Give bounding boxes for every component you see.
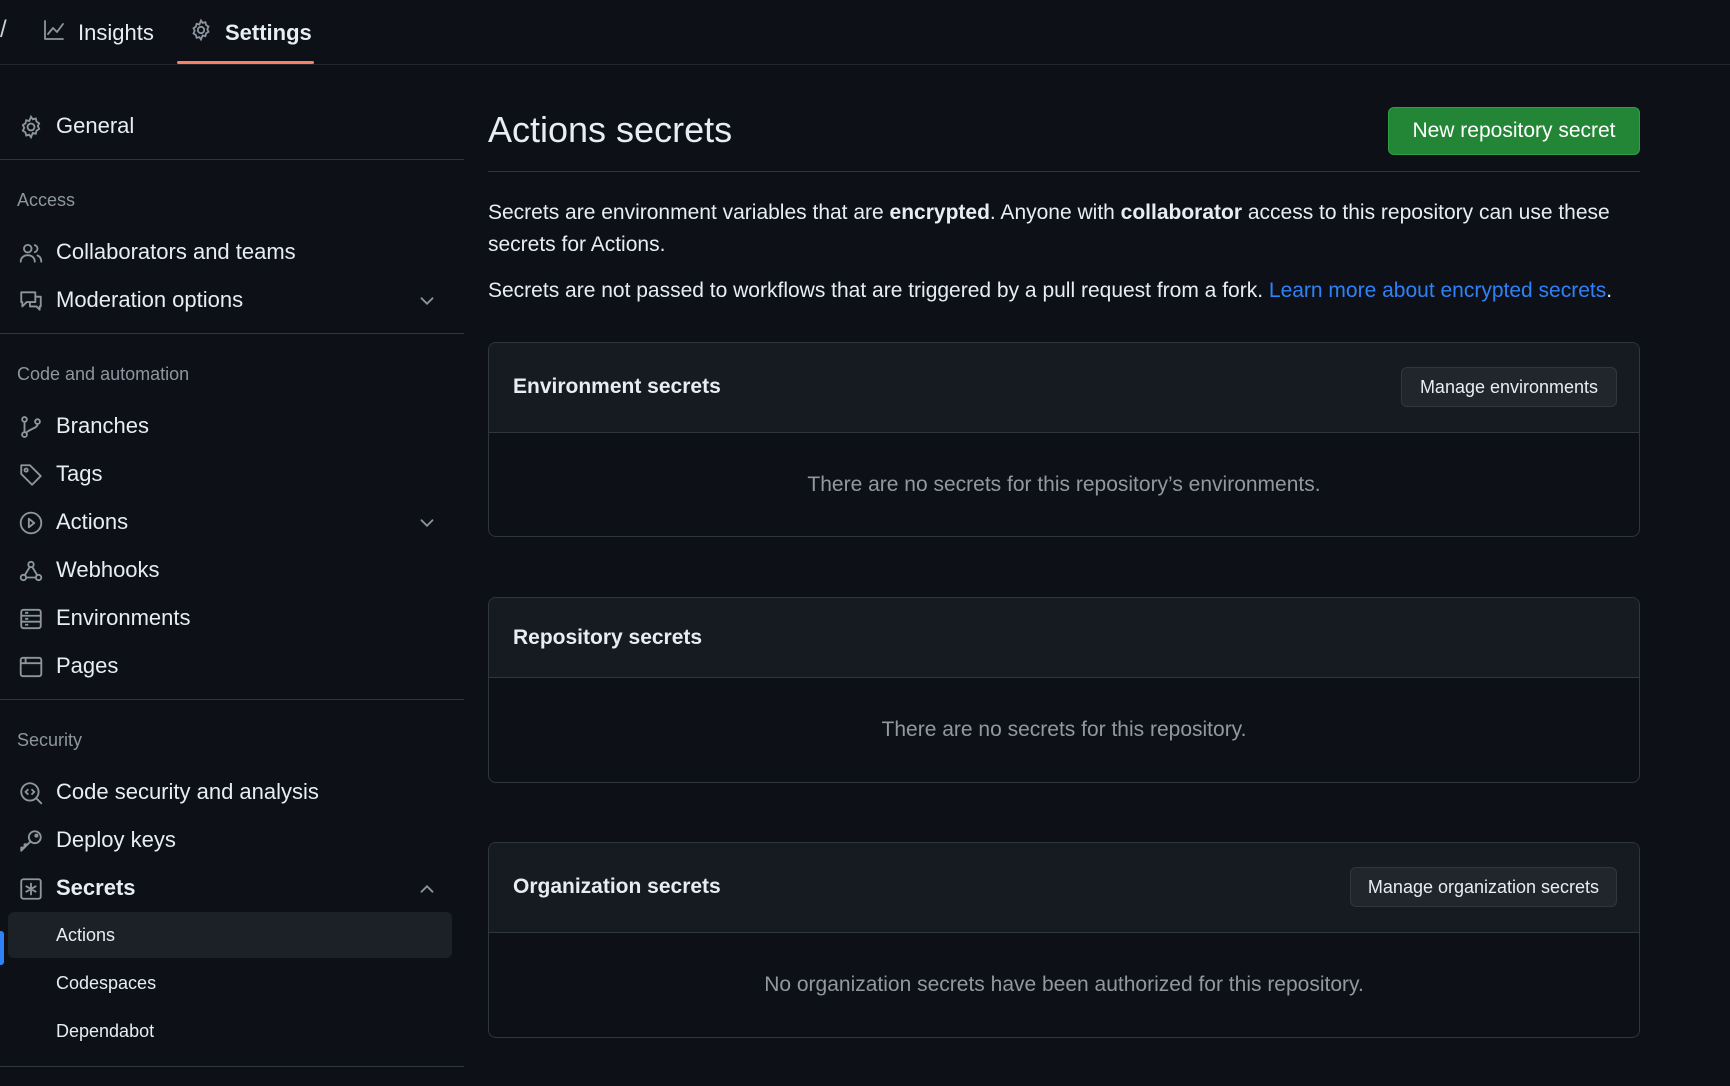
divider <box>0 333 464 334</box>
title-divider <box>488 171 1640 172</box>
repository-secrets-empty: There are no secrets for this repository… <box>881 718 1247 741</box>
repository-secrets-heading: Repository secrets <box>513 626 703 649</box>
tag-icon <box>18 462 44 488</box>
sidebar-item-pages[interactable]: Pages <box>0 643 464 689</box>
sidebar-item-webhooks[interactable]: Webhooks <box>0 547 464 593</box>
nav-fragment: / <box>0 16 7 43</box>
sidebar-item-label: Deploy keys <box>56 827 176 852</box>
browser-icon <box>18 654 44 680</box>
box-header: Repository secrets <box>489 598 1639 678</box>
section-heading-security: Security <box>17 730 83 750</box>
sidebar-item-label: Collaborators and teams <box>56 239 296 264</box>
sidebar-item-code-security[interactable]: Code security and analysis <box>0 769 464 815</box>
sidebar-subitem-label: Dependabot <box>56 1020 155 1041</box>
desc-text: Secrets are environment variables that a… <box>488 201 890 224</box>
git-branch-icon <box>18 414 44 440</box>
webhook-icon <box>18 558 44 584</box>
sidebar-subitem-actions[interactable]: Actions <box>8 912 452 958</box>
people-icon <box>18 240 44 266</box>
comment-discussion-icon <box>18 288 44 314</box>
codescan-icon <box>18 780 44 806</box>
tab-insights[interactable]: Insights <box>30 0 166 65</box>
manage-environments-button[interactable]: Manage environments <box>1401 367 1617 407</box>
server-icon <box>18 606 44 632</box>
organization-secrets-empty: No organization secrets have been author… <box>764 973 1364 996</box>
description-encrypted: Secrets are environment variables that a… <box>488 197 1628 261</box>
chevron-up-icon[interactable] <box>416 878 438 900</box>
sidebar-item-tags[interactable]: Tags <box>0 451 464 497</box>
repo-nav: / Insights Settings <box>0 0 1730 65</box>
chevron-down-icon[interactable] <box>416 512 438 534</box>
sidebar-item-label: Secrets <box>56 875 136 900</box>
active-tab-underline <box>177 61 314 64</box>
sidebar-item-general[interactable]: General <box>0 103 464 149</box>
sidebar-item-label: General <box>56 113 135 138</box>
environment-secrets-empty: There are no secrets for this repository… <box>807 472 1321 496</box>
desc-text: . Anyone with <box>989 201 1121 224</box>
gear-icon <box>189 18 213 48</box>
manage-organization-secrets-button[interactable]: Manage organization secrets <box>1350 867 1617 907</box>
tab-settings-label: Settings <box>225 19 312 45</box>
sidebar-item-deploy-keys[interactable]: Deploy keys <box>0 817 464 863</box>
settings-sidebar: General Access Collaborators and teams M… <box>0 65 464 1086</box>
section-heading-code-automation: Code and automation <box>17 364 190 384</box>
box-header: Environment secrets Manage environments <box>489 343 1639 433</box>
tab-insights-label: Insights <box>78 19 154 45</box>
learn-more-link[interactable]: Learn more about encrypted secrets <box>1269 279 1606 302</box>
sidebar-item-environments[interactable]: Environments <box>0 595 464 641</box>
sidebar-subitem-dependabot[interactable]: Dependabot <box>8 1008 452 1054</box>
environment-secrets-heading: Environment secrets <box>513 375 721 398</box>
sidebar-item-label: Moderation options <box>56 287 244 312</box>
sidebar-item-label: Environments <box>56 605 191 630</box>
tab-settings[interactable]: Settings <box>177 0 324 65</box>
sidebar-item-label: Actions <box>56 509 129 534</box>
sidebar-subitem-label: Codespaces <box>56 972 157 993</box>
sidebar-subitem-label: Actions <box>56 924 116 945</box>
sidebar-item-label: Pages <box>56 653 119 678</box>
divider <box>0 159 464 160</box>
description-forks: Secrets are not passed to workflows that… <box>488 275 1628 307</box>
organization-secrets-box: Organization secrets Manage organization… <box>488 842 1640 1038</box>
sidebar-item-label: Code security and analysis <box>56 779 319 804</box>
sidebar-item-label: Tags <box>56 461 103 486</box>
sidebar-subitem-codespaces[interactable]: Codespaces <box>8 960 452 1006</box>
new-repository-secret-button[interactable]: New repository secret <box>1388 107 1640 155</box>
gear-icon <box>18 114 44 140</box>
active-indicator <box>0 931 4 965</box>
sidebar-item-branches[interactable]: Branches <box>0 403 464 449</box>
divider <box>0 1066 464 1067</box>
sidebar-item-label: Branches <box>56 413 149 438</box>
organization-secrets-heading: Organization secrets <box>513 875 721 898</box>
desc-text: Secrets are not passed to workflows that… <box>488 279 1269 302</box>
play-icon <box>18 510 44 536</box>
asterisk-square-icon <box>18 876 44 902</box>
page-title: Actions secrets <box>488 109 733 150</box>
desc-text: . <box>1606 279 1613 302</box>
repository-secrets-box: Repository secrets There are no secrets … <box>488 597 1640 783</box>
sidebar-item-secrets[interactable]: Secrets <box>0 865 464 911</box>
sidebar-item-moderation[interactable]: Moderation options <box>0 277 464 323</box>
environment-secrets-box: Environment secrets Manage environments … <box>488 342 1640 537</box>
sidebar-item-actions[interactable]: Actions <box>0 499 464 545</box>
divider <box>0 699 464 700</box>
graph-icon <box>42 18 66 48</box>
desc-bold-encrypted: encrypted <box>889 201 990 224</box>
desc-bold-collaborator: collaborator <box>1120 201 1243 224</box>
section-heading-access: Access <box>17 190 76 210</box>
sidebar-item-collaborators[interactable]: Collaborators and teams <box>0 229 464 275</box>
key-icon <box>18 828 44 854</box>
sidebar-item-label: Webhooks <box>56 557 160 582</box>
chevron-down-icon[interactable] <box>416 290 438 312</box>
box-header: Organization secrets Manage organization… <box>489 843 1639 933</box>
